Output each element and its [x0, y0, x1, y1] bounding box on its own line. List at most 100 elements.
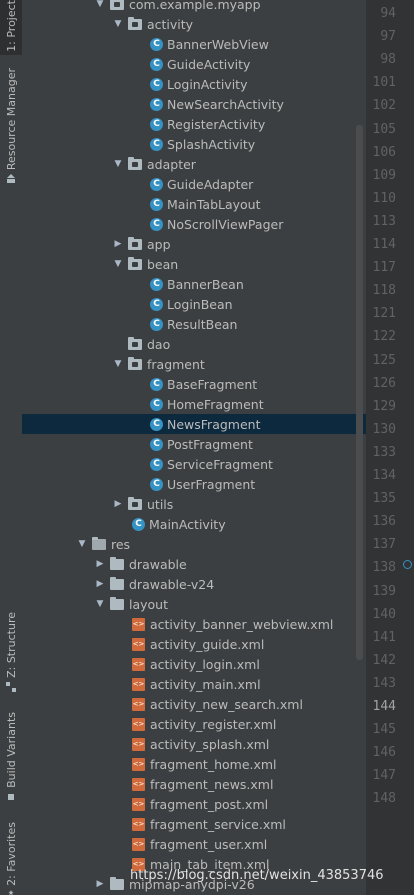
- tree-item-activity-main-xml[interactable]: <> activity_main.xml: [22, 674, 366, 694]
- tree-item-bannerbean[interactable]: C BannerBean: [22, 274, 366, 294]
- line-number: 148: [372, 791, 396, 807]
- chevron-right-icon[interactable]: [112, 499, 124, 509]
- tree-item-homefragment[interactable]: C HomeFragment: [22, 394, 366, 414]
- line-number: 97: [380, 29, 396, 45]
- tree-item-label: drawable: [129, 556, 187, 572]
- tree-item-guideactivity[interactable]: C GuideActivity: [22, 54, 366, 74]
- line-number: 105: [372, 121, 396, 137]
- tree-item-utils[interactable]: utils: [22, 494, 366, 514]
- tab-project[interactable]: 1: Project: [0, 0, 22, 55]
- chevron-down-icon[interactable]: [76, 539, 88, 549]
- tree-item-app[interactable]: app: [22, 234, 366, 254]
- chevron-right-icon[interactable]: [94, 879, 106, 889]
- chevron-right-icon[interactable]: [112, 239, 124, 249]
- tree-item-label: fragment_user.xml: [150, 836, 268, 852]
- tree-item-postfragment[interactable]: C PostFragment: [22, 434, 366, 454]
- resource-icon: [7, 174, 15, 184]
- tree-item-fragment-service-xml[interactable]: <> fragment_service.xml: [22, 814, 366, 834]
- tree-item-label: UserFragment: [167, 476, 256, 492]
- folder-icon: [110, 576, 124, 590]
- tree-item-fragment-home-xml[interactable]: <> fragment_home.xml: [22, 754, 366, 774]
- override-marker-icon[interactable]: [403, 560, 412, 569]
- package-icon: [128, 256, 142, 270]
- tree-item-activity-login-xml[interactable]: <> activity_login.xml: [22, 654, 366, 674]
- tree-item-splashactivity[interactable]: C SplashActivity: [22, 134, 366, 154]
- xml-file-icon: <>: [132, 717, 145, 731]
- package-icon: [128, 336, 142, 350]
- tree-item-drawable-v24[interactable]: drawable-v24: [22, 574, 366, 594]
- tree-item-label: activity_register.xml: [150, 716, 277, 732]
- line-number: 114: [372, 237, 396, 252]
- tree-item-loginbean[interactable]: C LoginBean: [22, 294, 366, 314]
- chevron-down-icon[interactable]: [94, 0, 106, 9]
- tree-item-label: fragment_post.xml: [150, 796, 269, 812]
- chevron-down-icon[interactable]: [94, 599, 106, 609]
- line-number: 126: [372, 375, 396, 391]
- tree-item-label: app: [147, 236, 171, 252]
- tab-favorites-label: 2: Favorites: [4, 822, 18, 886]
- chevron-down-icon[interactable]: [112, 19, 124, 29]
- tree-item-newsfragment[interactable]: C NewsFragment: [22, 414, 366, 434]
- tree-item-drawable[interactable]: drawable: [22, 554, 366, 574]
- tree-item-activity-register-xml[interactable]: <> activity_register.xml: [22, 714, 366, 734]
- tree-item-dao[interactable]: dao: [22, 334, 366, 354]
- tree-item-maintablayout[interactable]: C MainTabLayout: [22, 194, 366, 214]
- tree-item-activity-guide-xml[interactable]: <> activity_guide.xml: [22, 634, 366, 654]
- tree-item-fragment[interactable]: fragment: [22, 354, 366, 374]
- chevron-right-icon[interactable]: [94, 579, 106, 589]
- xml-file-icon: <>: [132, 797, 145, 811]
- tree-item-noscrollviewpager[interactable]: C NoScrollViewPager: [22, 214, 366, 234]
- tree-item-basefragment[interactable]: C BaseFragment: [22, 374, 366, 394]
- line-number: 135: [372, 491, 396, 507]
- tree-item-label: NewsFragment: [167, 416, 261, 432]
- tree-item-servicefragment[interactable]: C ServiceFragment: [22, 454, 366, 474]
- tree-item-layout[interactable]: layout: [22, 594, 366, 614]
- chevron-down-icon[interactable]: [112, 159, 124, 169]
- tree-item-userfragment[interactable]: C UserFragment: [22, 474, 366, 494]
- tree-item-activity[interactable]: activity: [22, 14, 366, 34]
- xml-file-icon: <>: [132, 777, 145, 791]
- tree-item-adapter[interactable]: adapter: [22, 154, 366, 174]
- tab-structure[interactable]: Z: Structure: [0, 612, 22, 692]
- tree-item-guideadapter[interactable]: C GuideAdapter: [22, 174, 366, 194]
- tree-item-activity-banner-webview-xml[interactable]: <> activity_banner_webview.xml: [22, 614, 366, 634]
- folder-icon: [110, 556, 124, 570]
- tree-item-label: SplashActivity: [167, 136, 256, 152]
- line-number: 106: [372, 144, 396, 160]
- tree-item-com-example-myapp[interactable]: com.example.myapp: [22, 0, 366, 14]
- tree-item-fragment-user-xml[interactable]: <> fragment_user.xml: [22, 834, 366, 854]
- chevron-down-icon[interactable]: [112, 259, 124, 269]
- chevron-right-icon[interactable]: [94, 559, 106, 569]
- tree-item-registeractivity[interactable]: C RegisterActivity: [22, 114, 366, 134]
- xml-file-icon: <>: [132, 757, 145, 771]
- line-number: 130: [372, 421, 396, 437]
- tree-item-fragment-news-xml[interactable]: <> fragment_news.xml: [22, 774, 366, 794]
- tree-item-label: res: [111, 536, 131, 552]
- tree-item-bean[interactable]: bean: [22, 254, 366, 274]
- tab-build-variants[interactable]: Build Variants: [0, 712, 22, 802]
- tree-item-label: fragment_news.xml: [150, 776, 274, 792]
- chevron-down-icon[interactable]: [112, 359, 124, 369]
- tree-item-label: layout: [129, 596, 169, 612]
- tree-item-activity-splash-xml[interactable]: <> activity_splash.xml: [22, 734, 366, 754]
- tree-item-bannerwebview[interactable]: C BannerWebView: [22, 34, 366, 54]
- tree-item-label: GuideActivity: [167, 56, 251, 72]
- class-icon: C: [150, 417, 163, 431]
- line-number: 134: [372, 468, 396, 483]
- tab-build-variants-label: Build Variants: [4, 712, 18, 788]
- tree-item-mainactivity[interactable]: C MainActivity: [22, 514, 366, 534]
- tree-item-loginactivity[interactable]: C LoginActivity: [22, 74, 366, 94]
- line-number: 98: [380, 52, 396, 68]
- tree-item-resultbean[interactable]: C ResultBean: [22, 314, 366, 334]
- project-tree[interactable]: com.example.myappactivityCBannerWebViewC…: [22, 0, 366, 895]
- line-number: 121: [372, 306, 396, 322]
- tab-resource-manager[interactable]: Resource Manager: [0, 68, 22, 188]
- tree-item-res[interactable]: res: [22, 534, 366, 554]
- tree-item-label: GuideAdapter: [167, 176, 254, 192]
- tree-item-activity-new-search-xml[interactable]: <> activity_new_search.xml: [22, 694, 366, 714]
- tree-item-fragment-post-xml[interactable]: <> fragment_post.xml: [22, 794, 366, 814]
- tree-item-label: activity: [147, 16, 194, 32]
- tree-item-newsearchactivity[interactable]: C NewSearchActivity: [22, 94, 366, 114]
- line-number: 122: [372, 329, 396, 345]
- tab-favorites[interactable]: 2: Favorites: [0, 822, 22, 895]
